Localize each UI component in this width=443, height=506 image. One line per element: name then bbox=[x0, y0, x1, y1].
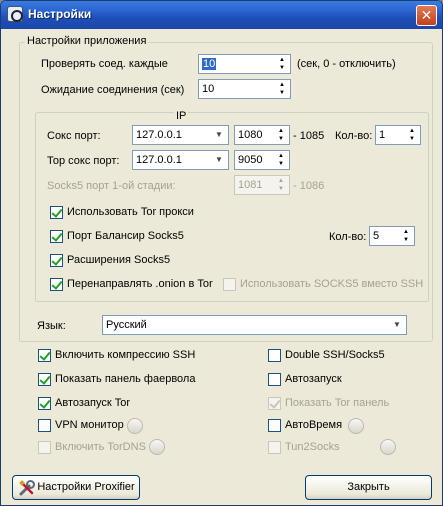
autotime-label[interactable]: АвтоВремя bbox=[285, 418, 342, 432]
socks-ip-value: 127.0.0.1 bbox=[136, 129, 182, 141]
redirect-onion-label[interactable]: Перенаправлять .onion в Tor bbox=[67, 277, 213, 291]
redirect-onion-checkbox[interactable] bbox=[50, 278, 63, 291]
socks5-ext-checkbox[interactable] bbox=[50, 254, 63, 267]
spin-up-icon[interactable]: ▲ bbox=[405, 127, 419, 135]
chevron-down-icon[interactable]: ▼ bbox=[211, 152, 227, 168]
socks-port-value[interactable]: 1080 bbox=[238, 129, 262, 141]
ssh-compression-label[interactable]: Включить компрессию SSH bbox=[55, 348, 195, 362]
window-title: Настройки bbox=[28, 7, 92, 21]
title-bar[interactable]: Настройки ✕ bbox=[1, 1, 442, 29]
app-icon bbox=[7, 6, 23, 22]
autostart-checkbox[interactable] bbox=[268, 373, 281, 386]
tools-icon bbox=[19, 480, 35, 496]
balancer-count-value[interactable]: 5 bbox=[373, 230, 379, 242]
language-label: Язык: bbox=[37, 320, 66, 332]
double-ssh-label[interactable]: Double SSH/Socks5 bbox=[285, 348, 385, 362]
settings-window: Настройки ✕ Настройки приложения Проверя… bbox=[0, 0, 443, 506]
firewall-panel-label[interactable]: Показать панель фаервола bbox=[55, 372, 195, 386]
spin-down-icon[interactable]: ▼ bbox=[274, 160, 288, 168]
socks5-ext-label[interactable]: Расширения Socks5 bbox=[67, 253, 170, 267]
tun2socks-label: Tun2Socks bbox=[285, 441, 340, 453]
port-balancer-checkbox[interactable] bbox=[50, 230, 63, 243]
spin-down-icon[interactable]: ▼ bbox=[274, 135, 288, 143]
vpn-monitor-checkbox[interactable] bbox=[38, 419, 51, 432]
tor-ip-combo[interactable]: 127.0.0.1 ▼ bbox=[132, 150, 229, 170]
check-conn-hint: (сек, 0 - отключить) bbox=[297, 58, 396, 70]
spin-up-icon[interactable]: ▲ bbox=[399, 228, 413, 236]
close-button[interactable]: Закрыть bbox=[305, 475, 432, 500]
spin-up-icon: ▲ bbox=[278, 178, 284, 184]
close-icon: ✕ bbox=[420, 7, 433, 23]
vpn-monitor-label[interactable]: VPN монитор bbox=[55, 418, 124, 432]
proxifier-settings-button[interactable]: Настройки Proxifier bbox=[12, 475, 140, 500]
autotime-checkbox[interactable] bbox=[268, 419, 281, 432]
spin-up-icon[interactable]: ▲ bbox=[275, 56, 289, 64]
socks-count-spinner[interactable]: 1 ▲ ▼ bbox=[375, 125, 421, 145]
tun2socks-settings-button bbox=[380, 439, 396, 455]
chevron-down-icon[interactable]: ▼ bbox=[211, 127, 227, 143]
close-window-button[interactable]: ✕ bbox=[416, 5, 437, 26]
ssh-compression-checkbox[interactable] bbox=[38, 349, 51, 362]
socks5-stage-label: Socks5 порт 1-ой стадии: bbox=[47, 180, 176, 192]
vpn-monitor-settings-button[interactable] bbox=[127, 418, 143, 434]
port-balancer-label[interactable]: Порт Балансир Socks5 bbox=[67, 229, 184, 243]
spin-up-icon[interactable]: ▲ bbox=[274, 152, 288, 160]
double-ssh-checkbox[interactable] bbox=[268, 349, 281, 362]
tor-ip-value: 127.0.0.1 bbox=[136, 154, 182, 166]
language-combo[interactable]: Русский ▼ bbox=[102, 315, 407, 335]
window-body: Настройки приложения Проверять соед. каж… bbox=[5, 29, 438, 503]
check-conn-value[interactable]: 10 bbox=[202, 58, 217, 70]
app-settings-legend: Настройки приложения bbox=[25, 35, 149, 47]
wait-conn-value[interactable]: 10 bbox=[202, 83, 214, 95]
tor-port-label: Тор сокс порт: bbox=[47, 155, 120, 167]
use-socks5-ssh-label: Использовать SOCKS5 вместо SSH bbox=[240, 278, 424, 290]
tor-autostart-label[interactable]: Автозапуск Tor bbox=[55, 396, 130, 410]
socks-ip-combo[interactable]: 127.0.0.1 ▼ bbox=[132, 125, 229, 145]
socks5-stage-range: - 1086 bbox=[293, 180, 325, 192]
spin-down-icon[interactable]: ▼ bbox=[275, 64, 289, 72]
autotime-settings-button[interactable] bbox=[348, 418, 364, 434]
socks-count-value[interactable]: 1 bbox=[379, 129, 385, 141]
spin-down-icon[interactable]: ▼ bbox=[399, 236, 413, 244]
balancer-count-label: Кол-во: bbox=[329, 231, 367, 243]
close-button-label: Закрыть bbox=[347, 481, 390, 493]
tordns-checkbox bbox=[38, 441, 51, 454]
wait-conn-spinner[interactable]: 10 ▲ ▼ bbox=[198, 79, 291, 99]
socks-port-range: - 1085 bbox=[293, 130, 325, 142]
check-conn-spinner[interactable]: 10 ▲ ▼ bbox=[198, 54, 291, 74]
spin-down-icon: ▼ bbox=[278, 186, 284, 192]
tordns-settings-button bbox=[149, 439, 165, 455]
firewall-panel-checkbox[interactable] bbox=[38, 373, 51, 386]
use-tor-checkbox[interactable] bbox=[50, 206, 63, 219]
tor-port-value[interactable]: 9050 bbox=[238, 154, 262, 166]
tor-panel-checkbox bbox=[268, 397, 281, 410]
socks5-stage-spinner: 1081 ▲ ▼ bbox=[234, 175, 290, 195]
tor-panel-label: Показать Tor панель bbox=[285, 397, 390, 409]
tor-autostart-checkbox[interactable] bbox=[38, 397, 51, 410]
tor-port-spinner[interactable]: 9050 ▲ ▼ bbox=[234, 150, 290, 170]
language-value: Русский bbox=[106, 319, 147, 331]
socks-port-label: Сокс порт: bbox=[47, 130, 101, 142]
tordns-label: Включить TorDNS bbox=[55, 441, 146, 453]
use-socks5-ssh-checkbox bbox=[223, 278, 236, 291]
socks-port-spinner[interactable]: 1080 ▲ ▼ bbox=[234, 125, 290, 145]
use-tor-label[interactable]: Использовать Tor прокси bbox=[67, 205, 194, 219]
autostart-label[interactable]: Автозапуск bbox=[285, 372, 342, 386]
main-panel: Настройки приложения Проверять соед. каж… bbox=[9, 33, 435, 500]
socks5-stage-value: 1081 bbox=[238, 179, 263, 191]
ip-legend: IP bbox=[174, 110, 189, 122]
spin-down-icon[interactable]: ▼ bbox=[275, 89, 289, 97]
balancer-count-spinner[interactable]: 5 ▲ ▼ bbox=[369, 226, 415, 246]
tun2socks-checkbox bbox=[268, 441, 281, 454]
check-conn-label: Проверять соед. каждые bbox=[41, 58, 168, 70]
wait-conn-label: Ожидание соединения (сек) bbox=[41, 84, 185, 96]
spin-up-icon[interactable]: ▲ bbox=[274, 127, 288, 135]
chevron-down-icon[interactable]: ▼ bbox=[389, 317, 405, 333]
spin-up-icon[interactable]: ▲ bbox=[275, 81, 289, 89]
spin-down-icon[interactable]: ▼ bbox=[405, 135, 419, 143]
socks-count-label: Кол-во: bbox=[335, 130, 373, 142]
